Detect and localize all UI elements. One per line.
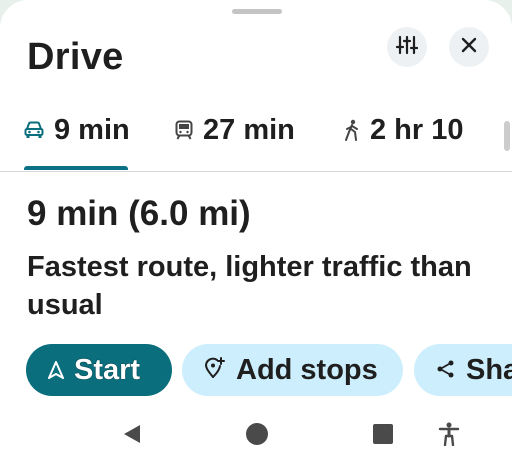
tab-transit[interactable]: 27 min [175,108,295,152]
tab-drive-label: 9 min [54,113,130,146]
navigation-arrow-icon [48,354,64,387]
start-button[interactable]: Start [26,344,172,396]
tune-sliders-icon [395,35,419,60]
back-icon [121,423,143,450]
route-summary: 9 min (6.0 mi) [27,194,251,234]
transit-icon [175,120,193,140]
share-button[interactable]: Sha [414,344,512,396]
share-label: Sha [466,353,512,386]
recents-button[interactable] [369,422,397,450]
more-tabs-edge [504,121,510,151]
add-location-icon [204,354,226,387]
divider [0,171,512,172]
travel-mode-tabs: 9 min 27 min 2 hr 10 [0,108,512,172]
tab-transit-label: 27 min [203,113,295,146]
car-icon [24,121,44,139]
accessibility-button[interactable] [435,422,463,450]
route-duration: 9 min [27,194,119,233]
share-icon [436,354,456,387]
tab-walk[interactable]: 2 hr 10 [344,108,464,152]
drag-handle[interactable] [232,9,282,14]
accessibility-icon [438,422,460,451]
close-button[interactable] [449,27,489,67]
tab-drive[interactable]: 9 min [24,108,130,152]
route-options-button[interactable] [387,27,427,67]
walk-icon [344,119,360,141]
add-stops-button[interactable]: Add stops [182,344,403,396]
start-button-label: Start [74,353,141,386]
close-icon [461,37,477,58]
back-button[interactable] [118,422,146,450]
tab-walk-label: 2 hr 10 [370,113,464,146]
home-button[interactable] [243,422,271,450]
page-title: Drive [27,36,124,78]
recents-icon [372,423,394,450]
selected-tab-indicator [24,166,128,170]
home-icon [245,422,269,451]
directions-sheet: Drive 9 min 27 min 2 hr 10 9 min (6.0 mi… [0,0,512,466]
add-stops-label: Add stops [236,353,378,386]
system-nav-bar [0,406,512,466]
route-description: Fastest route, lighter traffic than usua… [27,251,472,321]
route-distance: (6.0 mi) [128,194,251,233]
